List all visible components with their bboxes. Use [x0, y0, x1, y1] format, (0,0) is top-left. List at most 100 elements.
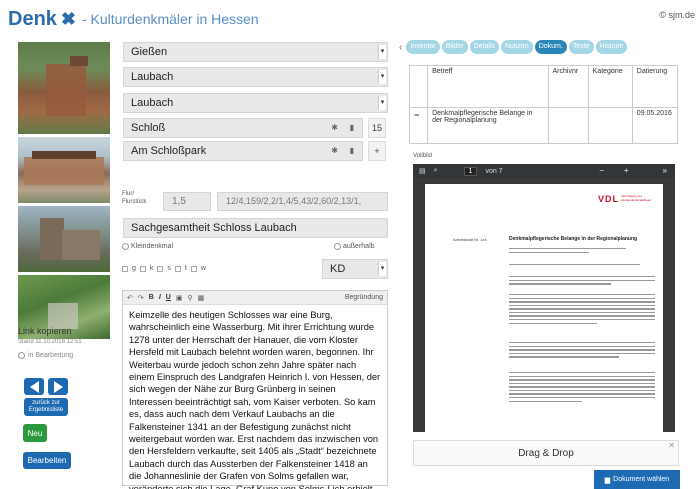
italic-icon[interactable]: I	[159, 294, 161, 301]
drag-drop-zone[interactable]: Drag & Drop ✕	[413, 440, 679, 466]
radio-icon[interactable]	[122, 243, 129, 250]
tab-texte[interactable]: Texte	[568, 40, 594, 54]
gesamtanlage-field[interactable]: Sachgesamtheit Schloss Laubach	[123, 218, 388, 238]
table-icon[interactable]: ▦	[198, 294, 205, 302]
kd-value: KD	[330, 263, 346, 275]
redo-icon[interactable]: ↷	[138, 294, 144, 302]
radio-icon[interactable]	[334, 243, 341, 250]
checkbox-s[interactable]	[157, 265, 164, 272]
page-number-input[interactable]: 1	[463, 166, 478, 176]
back-to-results-button[interactable]: zurück zur Ergebnisliste	[24, 398, 68, 416]
chevron-left-icon[interactable]: ‹	[399, 42, 402, 53]
ortsteil-select[interactable]: Laubach ▾	[123, 93, 388, 113]
last-modified: Stand 11.10.2016 12:51	[18, 339, 82, 345]
house-number-field[interactable]: 15	[368, 118, 386, 138]
search-icon[interactable]: ⌕	[434, 167, 438, 175]
sidebar-toggle-icon[interactable]: ▤	[419, 167, 426, 175]
checkbox-label: k	[149, 265, 154, 272]
tab-inventar[interactable]: Inventar	[406, 40, 440, 54]
edit-button[interactable]: Bearbeiten	[23, 452, 71, 469]
collapse-icon[interactable]: −	[408, 107, 429, 144]
underline-icon[interactable]: U	[166, 294, 171, 301]
table-header-cell[interactable]: Datierung	[631, 65, 679, 108]
zoom-in-button[interactable]: +	[624, 166, 629, 175]
chevron-down-icon[interactable]: ▾	[378, 45, 386, 59]
gesamtanlage-value: Sachgesamtheit Schloss Laubach	[131, 222, 297, 234]
editor-toolbar: ↶ ↷ B I U ▣ ⚲ ▦ Begründung	[123, 291, 387, 305]
add-address-button[interactable]: +	[368, 141, 386, 161]
star-icon[interactable]: ✱	[331, 119, 338, 137]
thumbnail-image[interactable]	[18, 42, 110, 134]
next-record-button[interactable]	[48, 378, 68, 395]
image-thumbnails	[18, 42, 110, 342]
begruendung-editor[interactable]: ↶ ↷ B I U ▣ ⚲ ▦ Begründung Keimzelle des…	[122, 290, 388, 489]
document-side-label: Arbeitsblatt Nr. 1xx	[453, 237, 487, 242]
tab-bilder[interactable]: Bilder	[441, 40, 468, 54]
checkbox-k[interactable]	[139, 265, 146, 272]
tab-dokumente[interactable]: Dokum.	[534, 40, 567, 54]
table-row[interactable]: − Denkmalpflegerische Belange in der Reg…	[408, 107, 679, 144]
table-header-cell[interactable]: Betreff	[427, 65, 549, 108]
thumbnail-image[interactable]	[18, 137, 110, 203]
kreis-value: Gießen	[131, 46, 168, 58]
kleindenkmal-checkbox[interactable]: Kleindenkmal	[122, 243, 173, 250]
checkbox-g[interactable]	[122, 265, 128, 272]
ortsteil-value: Laubach	[131, 97, 174, 109]
name-field[interactable]: Schloß ✱ ▮	[123, 118, 363, 138]
in-progress-toggle[interactable]: in Bearbeitung	[18, 352, 73, 359]
checkbox-label: s	[167, 265, 171, 272]
copy-link[interactable]: Link kopieren	[18, 326, 72, 336]
ausserhalb-checkbox[interactable]: außerhalb	[334, 243, 375, 250]
kreis-select[interactable]: Gießen ▾	[123, 42, 388, 62]
flur-field[interactable]: 1,5	[163, 192, 211, 211]
record-navigation	[24, 378, 68, 395]
undo-icon[interactable]: ↶	[127, 294, 133, 302]
table-header-cell	[408, 65, 429, 108]
chevron-down-icon[interactable]: ▾	[378, 262, 386, 276]
new-button[interactable]: Neu	[23, 424, 47, 442]
street-field[interactable]: Am Schloßpark ✱ ▮	[123, 141, 363, 161]
table-header-cell[interactable]: Archivnr	[547, 65, 589, 108]
close-icon[interactable]: ✕	[668, 441, 675, 451]
name-value: Schloß	[131, 122, 166, 134]
document-text-block	[509, 294, 655, 326]
arrow-right-icon	[53, 380, 63, 393]
table-header-cell[interactable]: Kategorie	[587, 65, 633, 108]
vdl-logo-subtitle: Vereinigung der Landesdenkmalpfleger	[621, 194, 652, 202]
chevron-down-icon[interactable]: ▾	[378, 70, 386, 84]
kleindenkmal-label: Kleindenkmal	[131, 243, 174, 250]
document-title: Denkmalpflegerische Belange in der Regio…	[509, 236, 638, 242]
pdf-viewer[interactable]: ▤ ⌕ 1 von 7 − + » VDL Vereinigung der La…	[413, 164, 675, 434]
app-logo: Denk	[8, 7, 57, 30]
image-icon[interactable]: ▣	[176, 294, 183, 302]
fullscreen-link[interactable]: Vollbild	[413, 153, 432, 159]
trash-icon[interactable]: ▮	[350, 119, 354, 137]
table-cell: 09.05.2016	[631, 107, 679, 144]
tab-details[interactable]: Details	[469, 40, 499, 54]
begruendung-text[interactable]: Keimzelle des heutigen Schlosses war ein…	[123, 305, 387, 489]
table-cell	[547, 107, 589, 144]
flurstueck-field[interactable]: 12/4,159/2,2/1,4/5,43/2,60/2,13/1,	[217, 192, 388, 211]
chevron-down-icon[interactable]: ▾	[378, 96, 386, 110]
link-icon[interactable]: ⚲	[187, 294, 192, 302]
more-tools-icon[interactable]: »	[663, 166, 667, 175]
vdl-logo: VDL	[598, 194, 619, 204]
tab-historie[interactable]: Historie	[595, 40, 628, 54]
choose-document-button[interactable]: ▆ Dokument wählen	[594, 470, 680, 489]
trash-icon[interactable]: ▮	[350, 142, 354, 160]
checkbox-t[interactable]	[174, 265, 181, 272]
drag-drop-label: Drag & Drop	[518, 448, 574, 459]
radio-icon[interactable]	[18, 352, 25, 359]
checkbox-w[interactable]	[190, 265, 197, 272]
category-checkboxes: g k s t w	[122, 265, 206, 272]
bold-icon[interactable]: B	[149, 294, 154, 301]
street-value: Am Schloßpark	[131, 145, 207, 157]
thumbnail-image[interactable]	[18, 206, 110, 272]
star-icon[interactable]: ✱	[331, 142, 338, 160]
zoom-out-button[interactable]: −	[599, 166, 604, 175]
ausserhalb-label: außerhalb	[343, 243, 375, 250]
kd-select[interactable]: KD ▾	[322, 259, 388, 279]
previous-record-button[interactable]	[24, 378, 44, 395]
gemeinde-select[interactable]: Laubach ▾	[123, 67, 388, 87]
tab-notizen[interactable]: Notizen	[500, 40, 533, 54]
